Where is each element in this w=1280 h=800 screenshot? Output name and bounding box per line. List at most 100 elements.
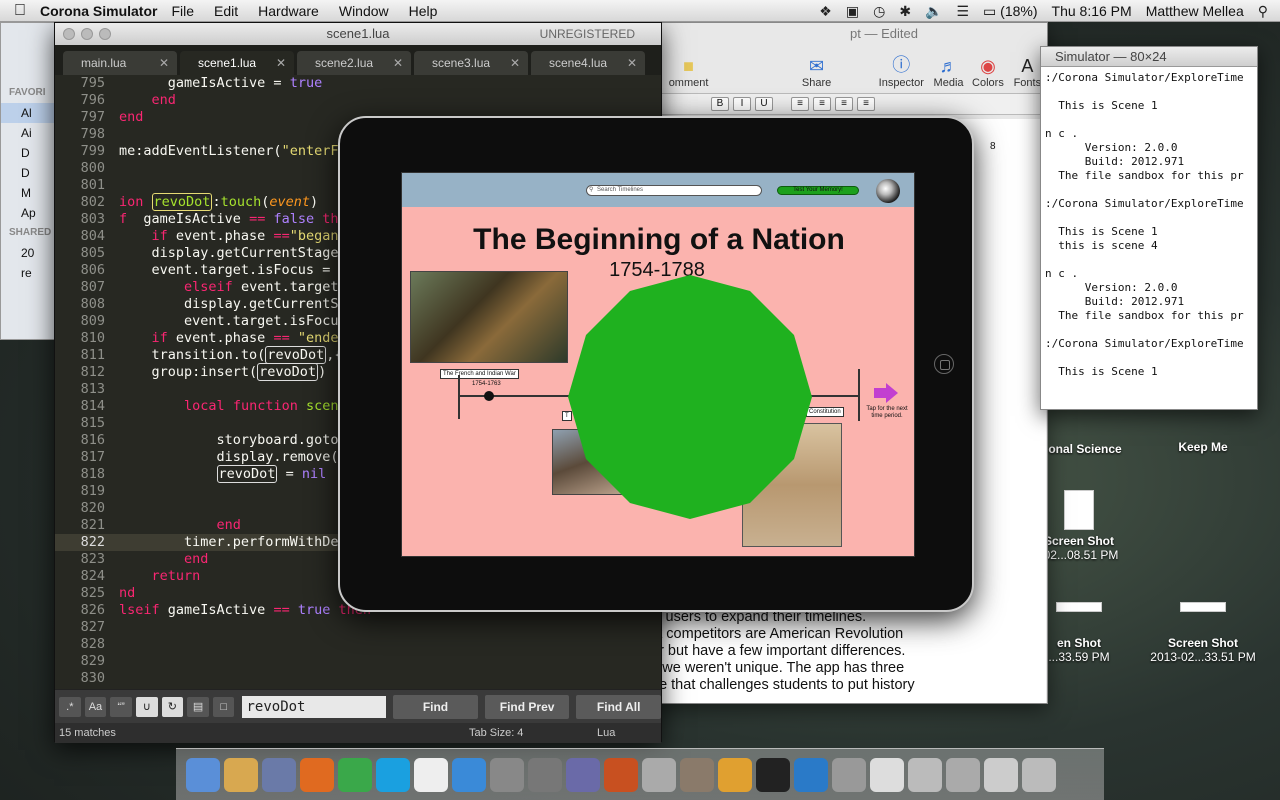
- window-icon[interactable]: [946, 757, 980, 792]
- spotlight-search-icon[interactable]: ⚲: [1258, 3, 1268, 20]
- find-input[interactable]: revoDot: [242, 695, 387, 718]
- toolbar-share-button[interactable]: ✉ Share: [789, 56, 844, 93]
- tab-scene3-lua[interactable]: scene3.lua ✕: [414, 51, 528, 75]
- wrap-toggle[interactable]: ∪: [135, 696, 158, 717]
- inspector-icon: ⓘ: [892, 55, 911, 75]
- terminal-output[interactable]: :/Corona Simulator/ExploreTime This is S…: [1041, 67, 1257, 411]
- next-period-arrow-icon[interactable]: [874, 383, 898, 403]
- menu-edit[interactable]: Edit: [214, 3, 238, 19]
- whole-word-toggle[interactable]: “”: [110, 696, 132, 717]
- align-right-button[interactable]: ≡: [835, 97, 853, 111]
- line-number: 807: [80, 279, 105, 295]
- regex-toggle[interactable]: .*: [59, 696, 81, 717]
- terminal-title[interactable]: Simulator — 80×24: [1041, 47, 1257, 67]
- align-left-button[interactable]: ≡: [791, 97, 809, 111]
- minimize-window-button[interactable]: [81, 28, 93, 40]
- screen-icon[interactable]: [908, 757, 942, 792]
- desktop-icon-keep-me[interactable]: Keep Me: [1138, 440, 1268, 454]
- show-context-toggle[interactable]: □: [212, 696, 235, 717]
- underline-button[interactable]: U: [755, 97, 773, 111]
- globe-icon[interactable]: [876, 179, 900, 203]
- toolbar-inspector-button[interactable]: ⓘ Inspector: [874, 51, 929, 93]
- menu-window[interactable]: Window: [339, 3, 389, 19]
- tab-scene4-lua[interactable]: scene4.lua ✕: [531, 51, 645, 75]
- bluetooth-icon[interactable]: ✱: [899, 3, 911, 20]
- user-name[interactable]: Matthew Mellea: [1146, 3, 1244, 19]
- menu-file[interactable]: File: [171, 3, 194, 19]
- test-memory-button[interactable]: Test Your Memory!: [777, 186, 859, 195]
- in-selection-toggle[interactable]: ↻: [161, 696, 184, 717]
- find-button[interactable]: Find: [393, 694, 478, 719]
- zoom-window-button[interactable]: [99, 28, 111, 40]
- app-screen[interactable]: ⚲ Search Timelines Test Your Memory! The …: [401, 172, 915, 557]
- tab-scene2-lua[interactable]: scene2.lua ✕: [297, 51, 411, 75]
- close-tab-icon[interactable]: ✕: [510, 51, 520, 75]
- terminal-icon[interactable]: [756, 757, 790, 792]
- revo-dot-shape[interactable]: [566, 273, 814, 521]
- timeline-event-dot[interactable]: [484, 391, 494, 401]
- tab-size[interactable]: Tab Size: 4: [469, 723, 523, 743]
- terminal-window[interactable]: Simulator — 80×24 :/Corona Simulator/Exp…: [1040, 46, 1258, 410]
- close-tab-icon[interactable]: ✕: [276, 51, 286, 75]
- toolbar-media-button[interactable]: ♬ Media: [929, 56, 968, 93]
- chrome-icon[interactable]: [338, 757, 372, 792]
- toolbar-colors-button[interactable]: ◉ Colors: [968, 56, 1007, 93]
- close-tab-icon[interactable]: ✕: [627, 51, 637, 75]
- screenshot-icon[interactable]: [984, 757, 1018, 792]
- line-number: 797: [80, 109, 105, 125]
- clock[interactable]: Thu 8:16 PM: [1052, 3, 1132, 19]
- dock: [176, 748, 1104, 800]
- find-all-button[interactable]: Find All: [576, 694, 661, 719]
- close-tab-icon[interactable]: ✕: [393, 51, 403, 75]
- corona-icon[interactable]: [604, 757, 638, 792]
- volume-icon[interactable]: 🔈: [925, 3, 942, 20]
- tab-main-lua[interactable]: main.lua ✕: [63, 51, 177, 75]
- mail-icon[interactable]: [262, 757, 296, 792]
- document-icon[interactable]: [870, 757, 904, 792]
- battery-status[interactable]: ▭ (18%): [983, 3, 1037, 20]
- display-icon[interactable]: ▣: [846, 3, 859, 20]
- system-prefs-icon[interactable]: [528, 757, 562, 792]
- justify-button[interactable]: ≡: [857, 97, 875, 111]
- sublime-icon[interactable]: [718, 757, 752, 792]
- firefox-icon[interactable]: [300, 757, 334, 792]
- line-number: 804: [80, 228, 105, 244]
- bold-button[interactable]: B: [711, 97, 729, 111]
- menu-help[interactable]: Help: [409, 3, 438, 19]
- search-timelines-input[interactable]: ⚲ Search Timelines: [586, 185, 762, 196]
- utility-icon[interactable]: [832, 757, 866, 792]
- dropbox-icon[interactable]: ❖: [819, 3, 832, 20]
- gimp-icon[interactable]: [680, 757, 714, 792]
- document-text[interactable]: w users to expand their timelines. st co…: [651, 609, 941, 694]
- finder-icon[interactable]: [186, 757, 220, 792]
- contacts-icon[interactable]: [224, 757, 258, 792]
- french-indian-war-label[interactable]: The French and Indian War: [440, 369, 519, 379]
- find-prev-button[interactable]: Find Prev: [484, 694, 570, 719]
- close-tab-icon[interactable]: ✕: [159, 51, 169, 75]
- brush-icon[interactable]: [566, 757, 600, 792]
- align-center-button[interactable]: ≡: [813, 97, 831, 111]
- case-sensitive-toggle[interactable]: Aa: [84, 696, 107, 717]
- network-icon[interactable]: [794, 757, 828, 792]
- line-number: 825: [80, 585, 105, 601]
- menu-hardware[interactable]: Hardware: [258, 3, 319, 19]
- italic-button[interactable]: I: [733, 97, 751, 111]
- calendar-icon[interactable]: [414, 757, 448, 792]
- app-menu[interactable]: Corona Simulator: [40, 3, 157, 19]
- highlight-matches-toggle[interactable]: ▤: [187, 696, 209, 717]
- photo-icon[interactable]: [642, 757, 676, 792]
- desktop-icon-screenshot-3[interactable]: Screen Shot 2013-02...33.51 PM: [1138, 602, 1268, 664]
- skype-icon[interactable]: [376, 757, 410, 792]
- tab-scene1-lua[interactable]: scene1.lua ✕: [180, 51, 294, 75]
- trash-icon[interactable]: [1022, 757, 1056, 792]
- time-machine-icon[interactable]: ◷: [873, 3, 885, 20]
- wifi-icon[interactable]: ☰: [956, 3, 969, 20]
- syntax-language[interactable]: Lua: [597, 723, 615, 743]
- apple-menu-icon[interactable]: : [0, 2, 40, 20]
- home-button[interactable]: [934, 354, 954, 374]
- preview-icon[interactable]: [490, 757, 524, 792]
- toolbar-comment-button[interactable]: ■ omment: [661, 56, 716, 93]
- close-window-button[interactable]: [63, 28, 75, 40]
- french-indian-war-image[interactable]: [410, 271, 568, 363]
- itunes-icon[interactable]: [452, 757, 486, 792]
